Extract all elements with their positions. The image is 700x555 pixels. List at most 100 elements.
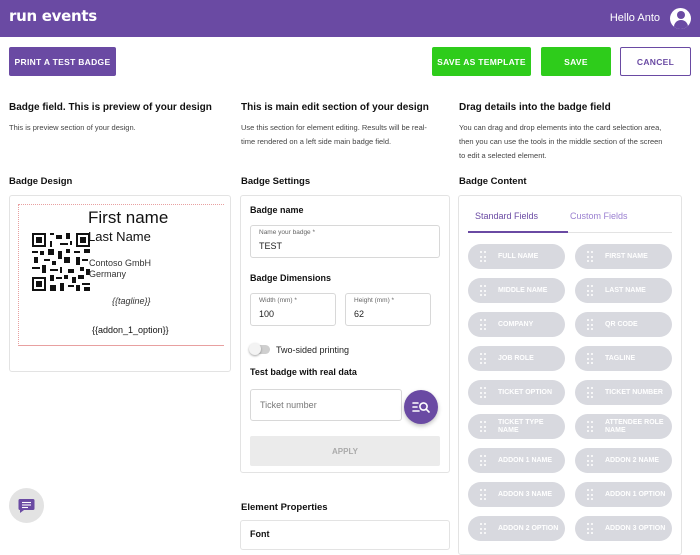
two-sided-toggle[interactable] — [249, 343, 270, 355]
badge-tagline[interactable]: {{tagline}} — [112, 296, 151, 306]
field-chip[interactable]: TICKET NUMBER — [575, 380, 672, 405]
badge-dimensions-heading: Badge Dimensions — [250, 273, 332, 283]
height-value[interactable]: 62 — [354, 309, 364, 319]
field-chip[interactable]: QR CODE — [575, 312, 672, 337]
badge-settings-title: Badge Settings — [241, 176, 311, 187]
field-chip-label: ADDON 3 NAME — [498, 490, 553, 498]
right-column-desc-2: then you can use the tools in the middle… — [459, 137, 663, 146]
field-chip-label: LAST NAME — [605, 286, 646, 294]
field-chip-label: ADDON 1 NAME — [498, 456, 553, 464]
field-chip[interactable]: TICKET TYPE NAME — [468, 414, 565, 439]
user-avatar-icon[interactable] — [670, 8, 691, 29]
field-chip-label: ADDON 2 NAME — [605, 456, 660, 464]
drag-handle-icon[interactable] — [587, 523, 593, 534]
field-chip-label: TAGLINE — [605, 354, 636, 362]
left-column-desc: This is preview section of your design. — [9, 123, 136, 132]
cancel-button[interactable]: CANCEL — [620, 47, 691, 76]
logo[interactable]: run events — [9, 7, 97, 25]
test-badge-heading: Test badge with real data — [250, 367, 357, 377]
field-chip-label: JOB ROLE — [498, 354, 534, 362]
field-chip[interactable]: TAGLINE — [575, 346, 672, 371]
top-bar: run events Hello Anto — [0, 0, 700, 37]
drag-handle-icon[interactable] — [480, 455, 486, 466]
field-chip-label: FIRST NAME — [605, 252, 648, 260]
drag-handle-icon[interactable] — [480, 251, 486, 262]
two-sided-label: Two-sided printing — [276, 345, 350, 355]
drag-handle-icon[interactable] — [587, 251, 593, 262]
ticket-number-input[interactable] — [251, 390, 401, 420]
element-properties-title: Element Properties — [241, 502, 328, 513]
field-chip-label: TICKET NUMBER — [605, 388, 663, 396]
drag-handle-icon[interactable] — [587, 455, 593, 466]
left-column-title: Badge field. This is preview of your des… — [9, 102, 212, 113]
field-chip[interactable]: COMPANY — [468, 312, 565, 337]
field-chip-label: ATTENDEE ROLE NAME — [605, 418, 664, 434]
tab-standard-fields[interactable]: Standard Fields — [468, 211, 568, 233]
field-chip[interactable]: ATTENDEE ROLE NAME — [575, 414, 672, 439]
field-chip[interactable]: MIDDLE NAME — [468, 278, 565, 303]
badge-name-value[interactable]: TEST — [259, 241, 282, 251]
badge-name-heading: Badge name — [250, 205, 304, 215]
width-label: Width (mm) * — [259, 297, 297, 304]
field-chip[interactable]: ADDON 1 OPTION — [575, 482, 672, 507]
field-chip[interactable]: ADDON 3 OPTION — [575, 516, 672, 541]
badge-name-field[interactable]: Name your badge * TEST — [250, 225, 440, 258]
field-chip-label: COMPANY — [498, 320, 534, 328]
drag-handle-icon[interactable] — [480, 489, 486, 500]
field-chip[interactable]: TICKET OPTION — [468, 380, 565, 405]
ticket-number-field[interactable] — [250, 389, 402, 421]
drag-handle-icon[interactable] — [480, 285, 486, 296]
save-as-template-button[interactable]: SAVE AS TEMPLATE — [432, 47, 531, 76]
field-chip[interactable]: FIRST NAME — [575, 244, 672, 269]
tab-custom-fields[interactable]: Custom Fields — [568, 211, 672, 233]
middle-column-title: This is main edit section of your design — [241, 102, 429, 113]
drag-handle-icon[interactable] — [587, 421, 593, 432]
field-chip-label: TICKET OPTION — [498, 388, 553, 396]
drag-handle-icon[interactable] — [480, 387, 486, 398]
badge-first-name[interactable]: First name — [88, 208, 168, 228]
apply-button[interactable]: APPLY — [250, 436, 440, 466]
field-chip[interactable]: ADDON 1 NAME — [468, 448, 565, 473]
badge-content-title: Badge Content — [459, 176, 527, 187]
badge-company[interactable]: Contoso GmbH — [89, 258, 151, 268]
field-chip[interactable]: LAST NAME — [575, 278, 672, 303]
field-chip-label: TICKET TYPE NAME — [498, 418, 544, 434]
field-chip-label: ADDON 1 OPTION — [605, 490, 666, 498]
badge-name-label: Name your badge * — [259, 229, 316, 236]
drag-handle-icon[interactable] — [480, 319, 486, 330]
field-chip-label: MIDDLE NAME — [498, 286, 548, 294]
height-field[interactable]: Height (mm) * 62 — [345, 293, 431, 326]
search-list-icon[interactable] — [404, 390, 438, 424]
drag-handle-icon[interactable] — [587, 353, 593, 364]
qr-code-icon[interactable] — [32, 233, 90, 291]
width-value[interactable]: 100 — [259, 309, 274, 319]
field-chip[interactable]: JOB ROLE — [468, 346, 565, 371]
middle-column-desc-1: Use this section for element editing. Re… — [241, 123, 427, 132]
save-button[interactable]: SAVE — [541, 47, 611, 76]
field-chip[interactable]: ADDON 3 NAME — [468, 482, 565, 507]
right-column-desc-1: You can drag and drop elements into the … — [459, 123, 662, 132]
field-chip-label: ADDON 2 OPTION — [498, 524, 559, 532]
field-chip[interactable]: ADDON 2 NAME — [575, 448, 672, 473]
drag-handle-icon[interactable] — [480, 353, 486, 364]
width-field[interactable]: Width (mm) * 100 — [250, 293, 336, 326]
font-label: Font — [250, 529, 270, 539]
drag-handle-icon[interactable] — [587, 285, 593, 296]
badge-country[interactable]: Germany — [89, 269, 126, 279]
drag-handle-icon[interactable] — [480, 523, 486, 534]
height-label: Height (mm) * — [354, 297, 395, 304]
drag-handle-icon[interactable] — [587, 387, 593, 398]
field-chip[interactable]: FULL NAME — [468, 244, 565, 269]
right-column-title: Drag details into the badge field — [459, 102, 611, 113]
field-chip[interactable]: ADDON 2 OPTION — [468, 516, 565, 541]
right-column-desc-3: to edit a selected element. — [459, 151, 547, 160]
print-test-badge-button[interactable]: PRINT A TEST BADGE — [9, 47, 116, 76]
badge-addon-option[interactable]: {{addon_1_option}} — [92, 325, 169, 335]
badge-design-title: Badge Design — [9, 176, 73, 187]
drag-handle-icon[interactable] — [587, 489, 593, 500]
badge-last-name[interactable]: Last Name — [88, 229, 151, 244]
field-chip-label: QR CODE — [605, 320, 638, 328]
chat-icon[interactable] — [9, 488, 44, 523]
drag-handle-icon[interactable] — [587, 319, 593, 330]
drag-handle-icon[interactable] — [480, 421, 486, 432]
